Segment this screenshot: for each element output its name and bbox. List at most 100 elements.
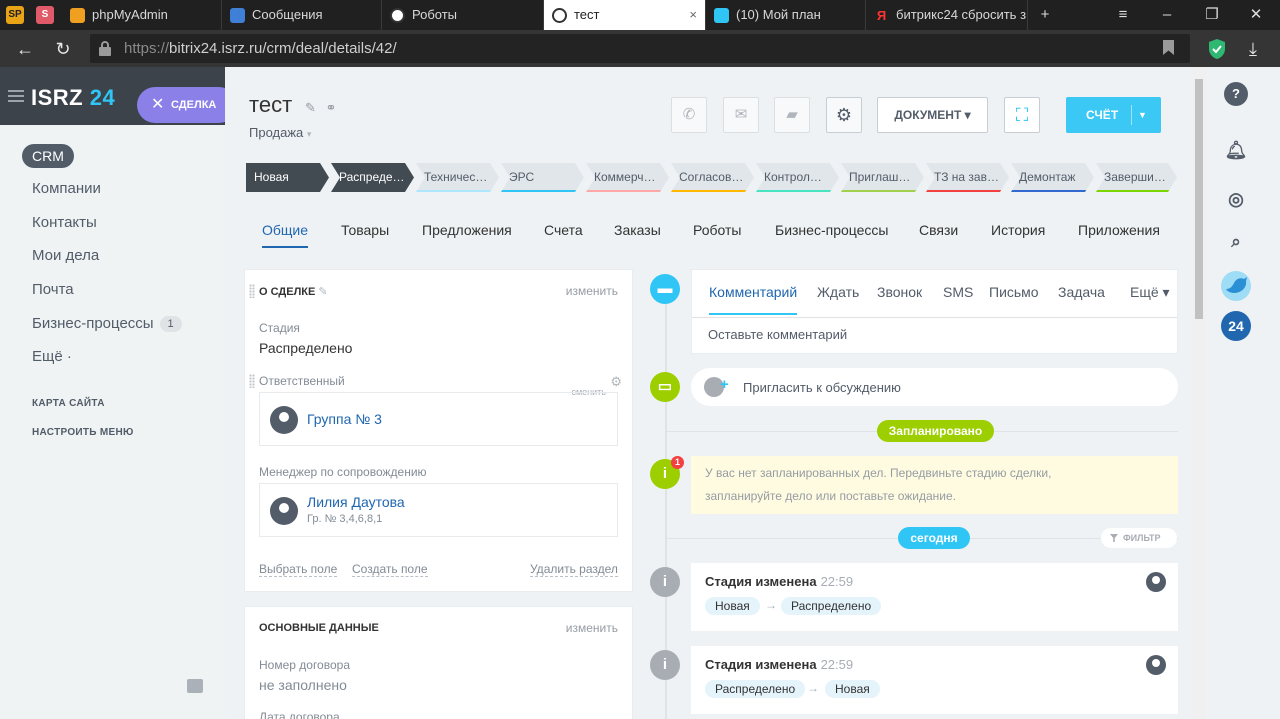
tab-general[interactable]: Общие	[262, 222, 309, 248]
bird-icon[interactable]	[1221, 271, 1251, 301]
comment-input[interactable]: Оставьте комментарий	[708, 327, 847, 342]
edit-section-link[interactable]: изменить	[566, 621, 618, 635]
drag-handle-icon[interactable]	[249, 284, 255, 298]
scrollbar-thumb[interactable]	[1195, 79, 1203, 319]
ctab-wait[interactable]: Ждать	[817, 284, 859, 300]
invite-discussion[interactable]: + Пригласить к обсуждению	[691, 368, 1178, 406]
stage-complete[interactable]: Заверши…	[1096, 163, 1177, 192]
bell-icon[interactable]: 🔔︎	[1221, 135, 1251, 165]
deal-category-select[interactable]: Продажа ▾	[249, 125, 311, 140]
close-deal-slider-button[interactable]: ✕ СДЕЛКА	[137, 87, 237, 123]
pencil-icon[interactable]: ✎	[305, 100, 316, 115]
tab-invoices[interactable]: Счета	[544, 222, 583, 238]
chat-button[interactable]: ▰	[774, 97, 810, 133]
tab-products[interactable]: Товары	[341, 222, 389, 238]
stage-approval[interactable]: Согласов…	[671, 163, 754, 192]
scan-button[interactable]: ⛶	[1004, 97, 1040, 133]
stage-tz[interactable]: ТЗ на зав…	[926, 163, 1009, 192]
settings-button[interactable]: ⚙	[826, 97, 862, 133]
search-icon[interactable]: ⌕	[1221, 227, 1251, 257]
email-button[interactable]: ✉	[723, 97, 759, 133]
chevron-down-icon[interactable]: ▼	[1138, 97, 1147, 133]
print-icon[interactable]	[187, 679, 203, 693]
stage-dismantling[interactable]: Демонтаж	[1011, 163, 1094, 192]
nav-more[interactable]: Ещё ·	[32, 348, 72, 365]
back-icon[interactable]: ←	[14, 38, 36, 60]
nav-crm[interactable]: CRM	[22, 144, 74, 168]
shield-icon[interactable]	[1207, 38, 1227, 60]
contract-number-value[interactable]: не заполнено	[259, 677, 347, 693]
avatar[interactable]	[1146, 572, 1166, 592]
close-window-icon[interactable]: ✕	[1236, 0, 1276, 30]
nav-site-map[interactable]: КАРТА САЙТА	[32, 398, 105, 409]
page-scrollbar[interactable]	[1193, 67, 1206, 719]
bitrix24-icon[interactable]: 24	[1221, 311, 1251, 341]
tab-yandex-search[interactable]: Я битрикс24 сбросить з	[866, 0, 1028, 30]
stage-distributed[interactable]: Распреде…	[331, 163, 414, 192]
nav-configure-menu[interactable]: НАСТРОИТЬ МЕНЮ	[32, 427, 134, 438]
nav-my-tasks[interactable]: Мои дела	[32, 247, 99, 264]
bookmark-icon[interactable]	[1163, 40, 1174, 55]
nav-business-processes[interactable]: Бизнес-процессы 1	[32, 315, 182, 333]
nav-contacts[interactable]: Контакты	[32, 214, 97, 231]
avatar[interactable]	[1146, 655, 1166, 675]
tab-robots[interactable]: Роботы	[382, 0, 544, 30]
select-field-link[interactable]: Выбрать поле	[259, 562, 338, 577]
tab-applications[interactable]: Приложения	[1078, 222, 1160, 238]
ctab-email[interactable]: Письмо	[989, 284, 1039, 300]
menu-icon[interactable]: ≡	[1103, 0, 1143, 30]
pinned-tab-s[interactable]: S	[36, 6, 54, 24]
stage-control[interactable]: Контрол…	[756, 163, 839, 192]
document-button[interactable]: ДОКУМЕНТ ▾	[877, 97, 988, 133]
filter-button[interactable]: ФИЛЬТР	[1101, 528, 1177, 548]
ctab-task[interactable]: Задача	[1058, 284, 1105, 300]
download-icon[interactable]: ⤓	[1242, 38, 1264, 60]
create-field-link[interactable]: Создать поле	[352, 562, 428, 577]
phone-button[interactable]: ✆	[671, 97, 707, 133]
tab-phpmyadmin[interactable]: phpMyAdmin	[62, 0, 222, 30]
tab-messages[interactable]: Сообщения	[222, 0, 382, 30]
hamburger-icon[interactable]	[8, 90, 24, 102]
close-tab-icon[interactable]: ×	[689, 0, 697, 30]
tab-history[interactable]: История	[991, 222, 1045, 238]
ctab-sms[interactable]: SMS	[943, 284, 973, 300]
pinned-tab-sp[interactable]: SP	[6, 6, 24, 24]
portal-logo[interactable]: ISRZ 24	[31, 85, 115, 111]
ctab-call[interactable]: Звонок	[877, 284, 922, 300]
invoice-button[interactable]: СЧЁТ ▼	[1066, 97, 1161, 133]
nav-companies[interactable]: Компании	[32, 180, 101, 197]
new-tab-button[interactable]: +	[1025, 0, 1065, 30]
ctab-comment[interactable]: Комментарий	[709, 284, 798, 315]
pencil-icon[interactable]: ✎	[318, 286, 327, 298]
drag-handle-icon[interactable]	[249, 374, 255, 388]
stage-value[interactable]: Распределено	[259, 340, 352, 356]
stage-new[interactable]: Новая	[246, 163, 329, 192]
gear-icon[interactable]: ⚙	[610, 374, 622, 390]
reload-icon[interactable]: ↻	[52, 38, 74, 60]
stage-commercial[interactable]: Коммерч…	[586, 163, 669, 192]
tab-quotes[interactable]: Предложения	[422, 222, 512, 238]
manager-person[interactable]: Лилия Даутова Гр. № 3,4,6,8,1	[259, 483, 618, 537]
tab-test-active[interactable]: тест ×	[544, 0, 706, 30]
delete-section-link[interactable]: Удалить раздел	[530, 562, 618, 577]
tab-my-plan[interactable]: (10) Мой план	[706, 0, 866, 30]
chat-icon[interactable]: ◎	[1221, 184, 1251, 214]
stage-ers[interactable]: ЭРС	[501, 163, 584, 192]
tab-orders[interactable]: Заказы	[614, 222, 661, 238]
nav-mail[interactable]: Почта	[32, 281, 74, 298]
tab-robots[interactable]: Роботы	[693, 222, 741, 238]
tab-business-processes[interactable]: Бизнес-процессы	[775, 222, 888, 238]
responsible-person[interactable]: Группа № 3	[259, 392, 618, 446]
stage-technical[interactable]: Техничес…	[416, 163, 499, 192]
minimize-icon[interactable]: –	[1147, 0, 1187, 30]
edit-section-link[interactable]: изменить	[566, 284, 618, 298]
ctab-more[interactable]: Ещё ▾	[1130, 284, 1170, 301]
person-name[interactable]: Лилия Даутова	[307, 494, 405, 510]
url-field[interactable]: https://bitrix24.isrz.ru/crm/deal/detail…	[90, 34, 1190, 63]
restore-icon[interactable]: ❐	[1192, 0, 1232, 30]
help-icon[interactable]: ?	[1224, 82, 1248, 106]
person-name[interactable]: Группа № 3	[307, 411, 382, 427]
stage-invitation[interactable]: Приглаш…	[841, 163, 924, 192]
link-icon[interactable]: ⚭	[326, 100, 337, 115]
tab-relations[interactable]: Связи	[919, 222, 958, 238]
